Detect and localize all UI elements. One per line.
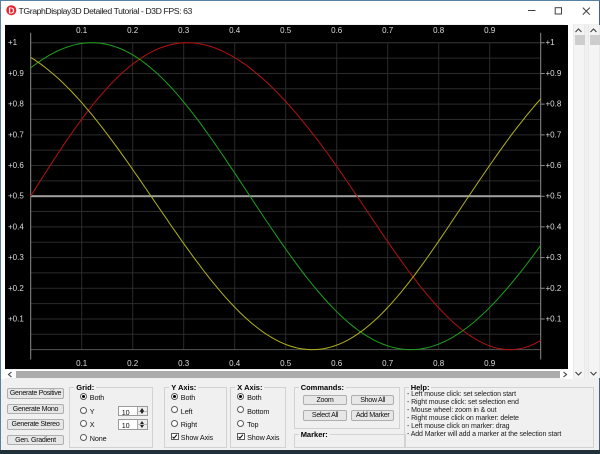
svg-text:0.2: 0.2	[127, 359, 139, 368]
svg-text:0.6: 0.6	[331, 26, 343, 35]
svg-text:+0.5: +0.5	[8, 192, 24, 201]
svg-text:0.7: 0.7	[382, 359, 394, 368]
svg-text:0.5: 0.5	[280, 26, 292, 35]
svg-text:0.1: 0.1	[76, 359, 88, 368]
svg-text:0.2: 0.2	[127, 26, 139, 35]
svg-text:+0.7: +0.7	[8, 130, 24, 139]
svg-text:+0.8: +0.8	[8, 100, 24, 109]
svg-text:+0.8: +0.8	[546, 100, 562, 109]
svg-text:0.4: 0.4	[229, 26, 241, 35]
svg-text:0.3: 0.3	[178, 26, 190, 35]
svg-text:+0.6: +0.6	[8, 161, 24, 170]
svg-text:D: D	[9, 5, 15, 15]
svg-text:+0.2: +0.2	[546, 284, 562, 293]
svg-text:+0.2: +0.2	[8, 284, 24, 293]
svg-text:+0.9: +0.9	[546, 69, 562, 78]
svg-text:+0.7: +0.7	[546, 130, 562, 139]
svg-text:0.1: 0.1	[76, 26, 88, 35]
svg-text:0.3: 0.3	[178, 359, 190, 368]
svg-text:+1: +1	[8, 38, 18, 47]
svg-text:0.7: 0.7	[382, 26, 394, 35]
svg-text:+0.3: +0.3	[8, 253, 24, 262]
svg-text:0.9: 0.9	[484, 359, 496, 368]
svg-text:0.4: 0.4	[229, 359, 241, 368]
svg-text:0.8: 0.8	[433, 359, 445, 368]
svg-text:+0.4: +0.4	[8, 222, 24, 231]
svg-text:+0.9: +0.9	[8, 69, 24, 78]
svg-text:+0.4: +0.4	[546, 222, 562, 231]
svg-text:+0.6: +0.6	[546, 161, 562, 170]
svg-text:+0.1: +0.1	[546, 315, 562, 324]
svg-text:0.5: 0.5	[280, 359, 292, 368]
svg-text:+1: +1	[546, 38, 556, 47]
svg-text:0.8: 0.8	[433, 26, 445, 35]
svg-text:+0.1: +0.1	[8, 315, 24, 324]
svg-text:+0.5: +0.5	[546, 192, 562, 201]
svg-text:+0.3: +0.3	[546, 253, 562, 262]
svg-text:0.6: 0.6	[331, 359, 343, 368]
svg-text:0.9: 0.9	[484, 26, 496, 35]
